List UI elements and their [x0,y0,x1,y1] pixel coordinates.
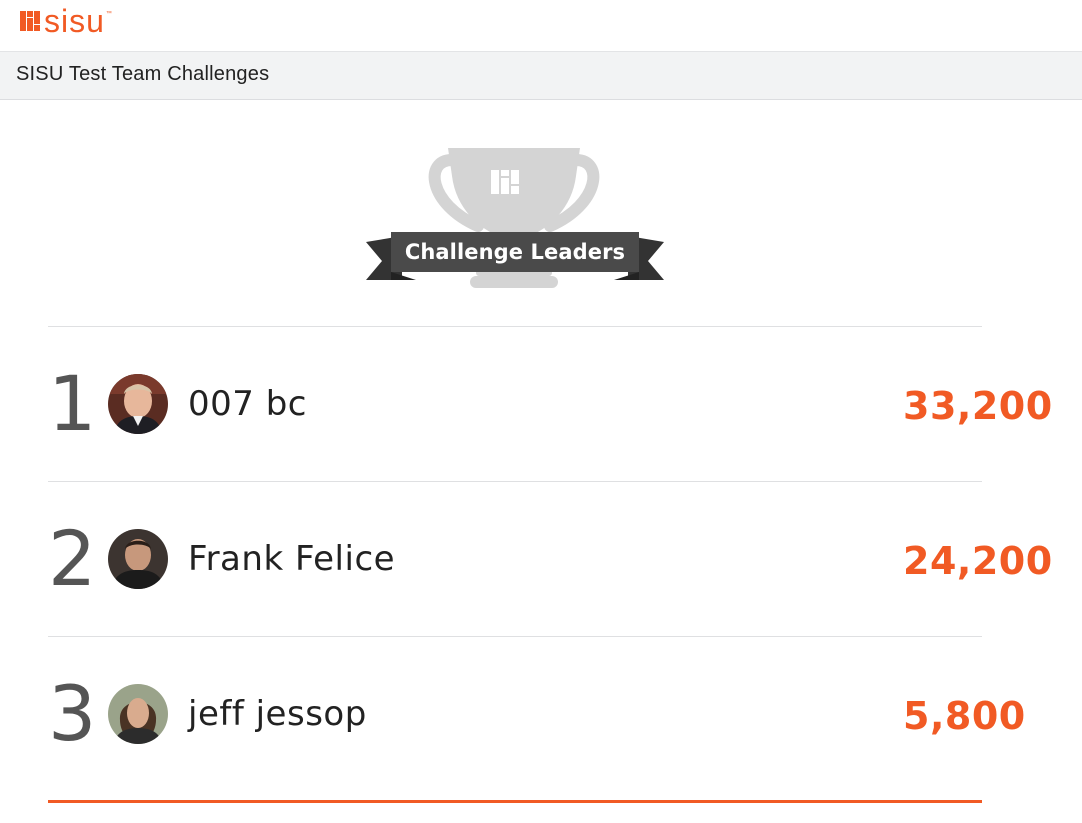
challenge-leaders-label: Challenge Leaders [404,240,626,264]
bottom-accent-divider [48,800,982,803]
leader-name[interactable]: 007 bc [188,354,307,454]
leader-row[interactable]: 1 007 bc 33,200 [48,354,1058,454]
page-title: SISU Test Team Challenges [16,63,270,85]
top-bar: sisu ™ [0,0,1082,51]
rank-number: 2 [48,514,97,603]
user-avatar[interactable] [108,684,168,744]
leader-score: 33,200 [903,384,1053,428]
logo-text: sisu [44,3,105,39]
leader-row[interactable]: 3 jeff jessop 5,800 [48,664,1058,764]
leader-score: 24,200 [903,539,1053,583]
user-avatar[interactable] [108,374,168,434]
leader-name[interactable]: jeff jessop [188,664,367,764]
user-avatar[interactable] [108,529,168,589]
leader-name[interactable]: Frank Felice [188,509,395,609]
rank-number: 1 [48,359,97,448]
sisu-logo-mark-icon [20,11,40,31]
leader-row[interactable]: 2 Frank Felice 24,200 [48,509,1058,609]
leader-score: 5,800 [903,694,1026,738]
rank-number: 3 [48,669,97,758]
divider [48,326,982,327]
divider [48,481,982,482]
title-bar: SISU Test Team Challenges [0,51,1082,100]
sisu-logo[interactable]: sisu ™ [20,5,112,37]
trademark-mark: ™ [105,11,112,17]
divider [48,636,982,637]
